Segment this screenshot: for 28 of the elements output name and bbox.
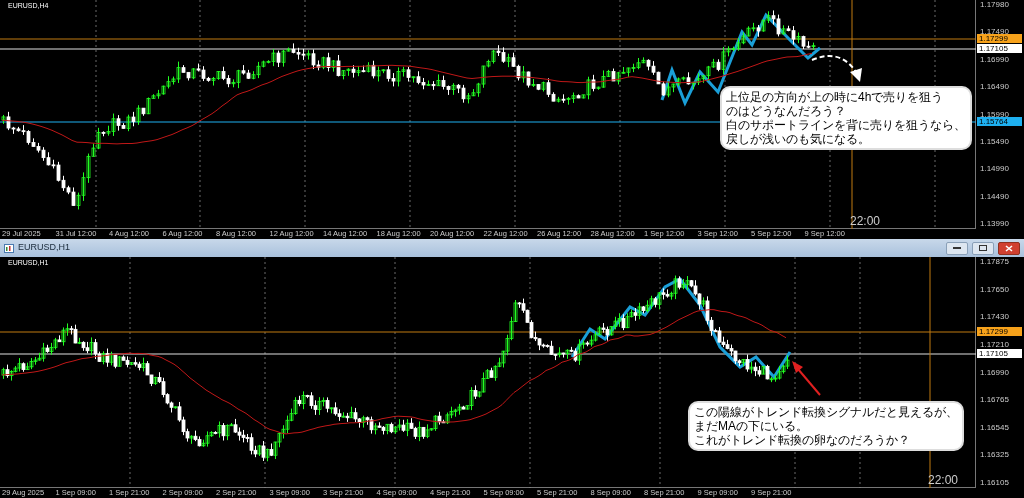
- price-label: 1.16545: [980, 423, 1010, 432]
- price-label: 1.17210: [980, 340, 1010, 349]
- price-label: 1.16325: [980, 451, 1010, 460]
- price-label: 1.17875: [980, 258, 1010, 266]
- price-label: 1.17430: [980, 313, 1010, 322]
- price-label: 1.16990: [980, 55, 1010, 64]
- price-tag: 1.17105: [977, 44, 1022, 53]
- price-label: 1.16990: [980, 368, 1010, 377]
- price-label: 1.14490: [980, 192, 1010, 201]
- price-label: 1.14990: [980, 165, 1010, 174]
- price-label: 1.16105: [980, 479, 1010, 487]
- price-tag: 1.15764: [977, 117, 1022, 126]
- price-tag: 1.17105: [977, 349, 1022, 358]
- price-tag: 1.17299: [977, 327, 1022, 336]
- price-label: 1.15490: [980, 137, 1010, 146]
- price-label: 1.16490: [980, 83, 1010, 92]
- price-label: 1.13990: [980, 220, 1010, 228]
- window-title: EURUSD,H1: [18, 241, 71, 255]
- note-callout: 上位足の方向が上の時に4hで売りを狙う のはどうなんだろう？ 白のサポートラインを背に売りを狙うなら、 戻しが浅いのも気になる。: [722, 88, 970, 148]
- price-label: 1.15990: [980, 110, 1010, 119]
- time-marker: 22:00: [850, 215, 881, 227]
- price-label: 1.17490: [980, 28, 1010, 37]
- price-label: 1.17980: [980, 1, 1010, 9]
- note-callout: この陽線がトレンド転換シグナルだと見えるが、 まだMAの下にいる。 これがトレンド転換の卵なのだろうか？: [690, 403, 962, 449]
- price-tag: 1.17299: [977, 34, 1022, 43]
- time-marker: 22:00: [928, 474, 959, 486]
- price-label: 1.17650: [980, 285, 1010, 294]
- price-label: 1.16765: [980, 396, 1010, 405]
